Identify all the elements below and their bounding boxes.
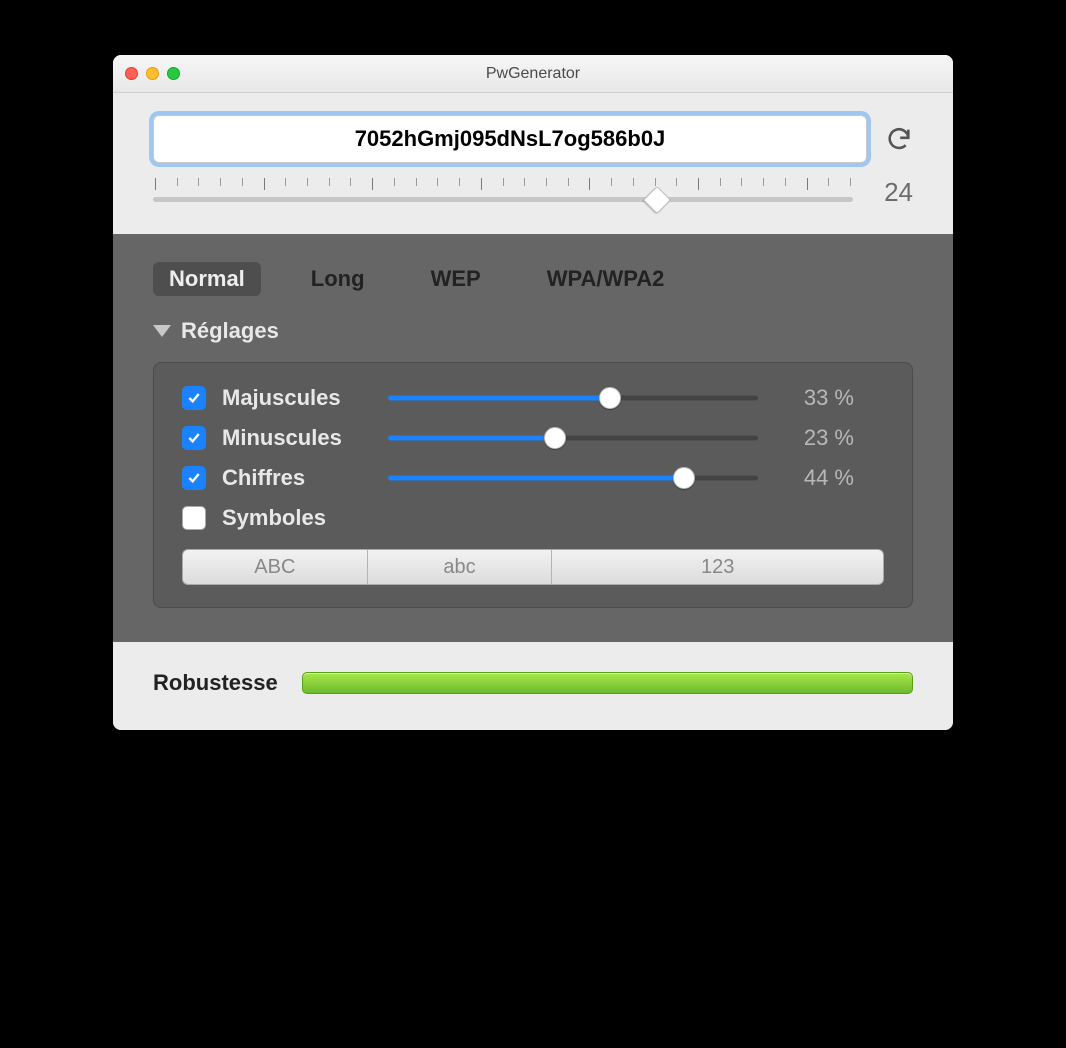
- settings-disclosure[interactable]: Réglages: [153, 318, 913, 344]
- length-value: 24: [873, 177, 913, 208]
- mode-tabs: Normal Long WEP WPA/WPA2: [153, 262, 913, 296]
- uppercase-label: Majuscules: [222, 385, 372, 411]
- symbols-label: Symboles: [222, 505, 372, 531]
- zoom-button[interactable]: [167, 67, 180, 80]
- length-slider[interactable]: [153, 178, 853, 208]
- digits-label: Chiffres: [222, 465, 372, 491]
- lowercase-percent: 23 %: [774, 425, 854, 451]
- password-output[interactable]: 7052hGmj095dNsL7og586b0J: [153, 115, 867, 163]
- app-window: PwGenerator 7052hGmj095dNsL7og586b0J: [113, 55, 953, 730]
- lowercase-slider-thumb[interactable]: [544, 427, 566, 449]
- digits-slider[interactable]: [388, 467, 758, 489]
- lowercase-slider[interactable]: [388, 427, 758, 449]
- charset-segmented-control: ABC abc 123: [182, 549, 884, 585]
- length-slider-thumb[interactable]: [643, 185, 671, 213]
- segment-uppercase[interactable]: ABC: [183, 550, 367, 584]
- robustness-bar: [302, 672, 913, 694]
- uppercase-slider-thumb[interactable]: [599, 387, 621, 409]
- symbols-checkbox[interactable]: [182, 506, 206, 530]
- uppercase-checkbox[interactable]: [182, 386, 206, 410]
- digits-slider-thumb[interactable]: [673, 467, 695, 489]
- uppercase-slider[interactable]: [388, 387, 758, 409]
- tab-wpa[interactable]: WPA/WPA2: [531, 262, 681, 296]
- settings-panel: Normal Long WEP WPA/WPA2 Réglages Majusc…: [113, 234, 953, 642]
- titlebar: PwGenerator: [113, 55, 953, 93]
- option-uppercase: Majuscules 33 %: [182, 385, 884, 411]
- digits-percent: 44 %: [774, 465, 854, 491]
- tab-long[interactable]: Long: [295, 262, 381, 296]
- option-symbols: Symboles: [182, 505, 884, 531]
- settings-box: Majuscules 33 % Minuscules 23: [153, 362, 913, 608]
- digits-checkbox[interactable]: [182, 466, 206, 490]
- robustness-section: Robustesse: [113, 642, 953, 730]
- traffic-lights: [125, 67, 180, 80]
- minimize-button[interactable]: [146, 67, 159, 80]
- regenerate-icon[interactable]: [885, 125, 913, 153]
- window-title: PwGenerator: [113, 65, 953, 83]
- settings-header: Réglages: [181, 318, 279, 344]
- tab-wep[interactable]: WEP: [415, 262, 497, 296]
- password-section: 7052hGmj095dNsL7og586b0J: [113, 93, 953, 234]
- segment-digits[interactable]: 123: [551, 550, 883, 584]
- close-button[interactable]: [125, 67, 138, 80]
- lowercase-checkbox[interactable]: [182, 426, 206, 450]
- disclosure-triangle-icon: [153, 325, 171, 337]
- segment-lowercase[interactable]: abc: [367, 550, 552, 584]
- robustness-label: Robustesse: [153, 670, 278, 696]
- option-digits: Chiffres 44 %: [182, 465, 884, 491]
- tab-normal[interactable]: Normal: [153, 262, 261, 296]
- uppercase-percent: 33 %: [774, 385, 854, 411]
- option-lowercase: Minuscules 23 %: [182, 425, 884, 451]
- lowercase-label: Minuscules: [222, 425, 372, 451]
